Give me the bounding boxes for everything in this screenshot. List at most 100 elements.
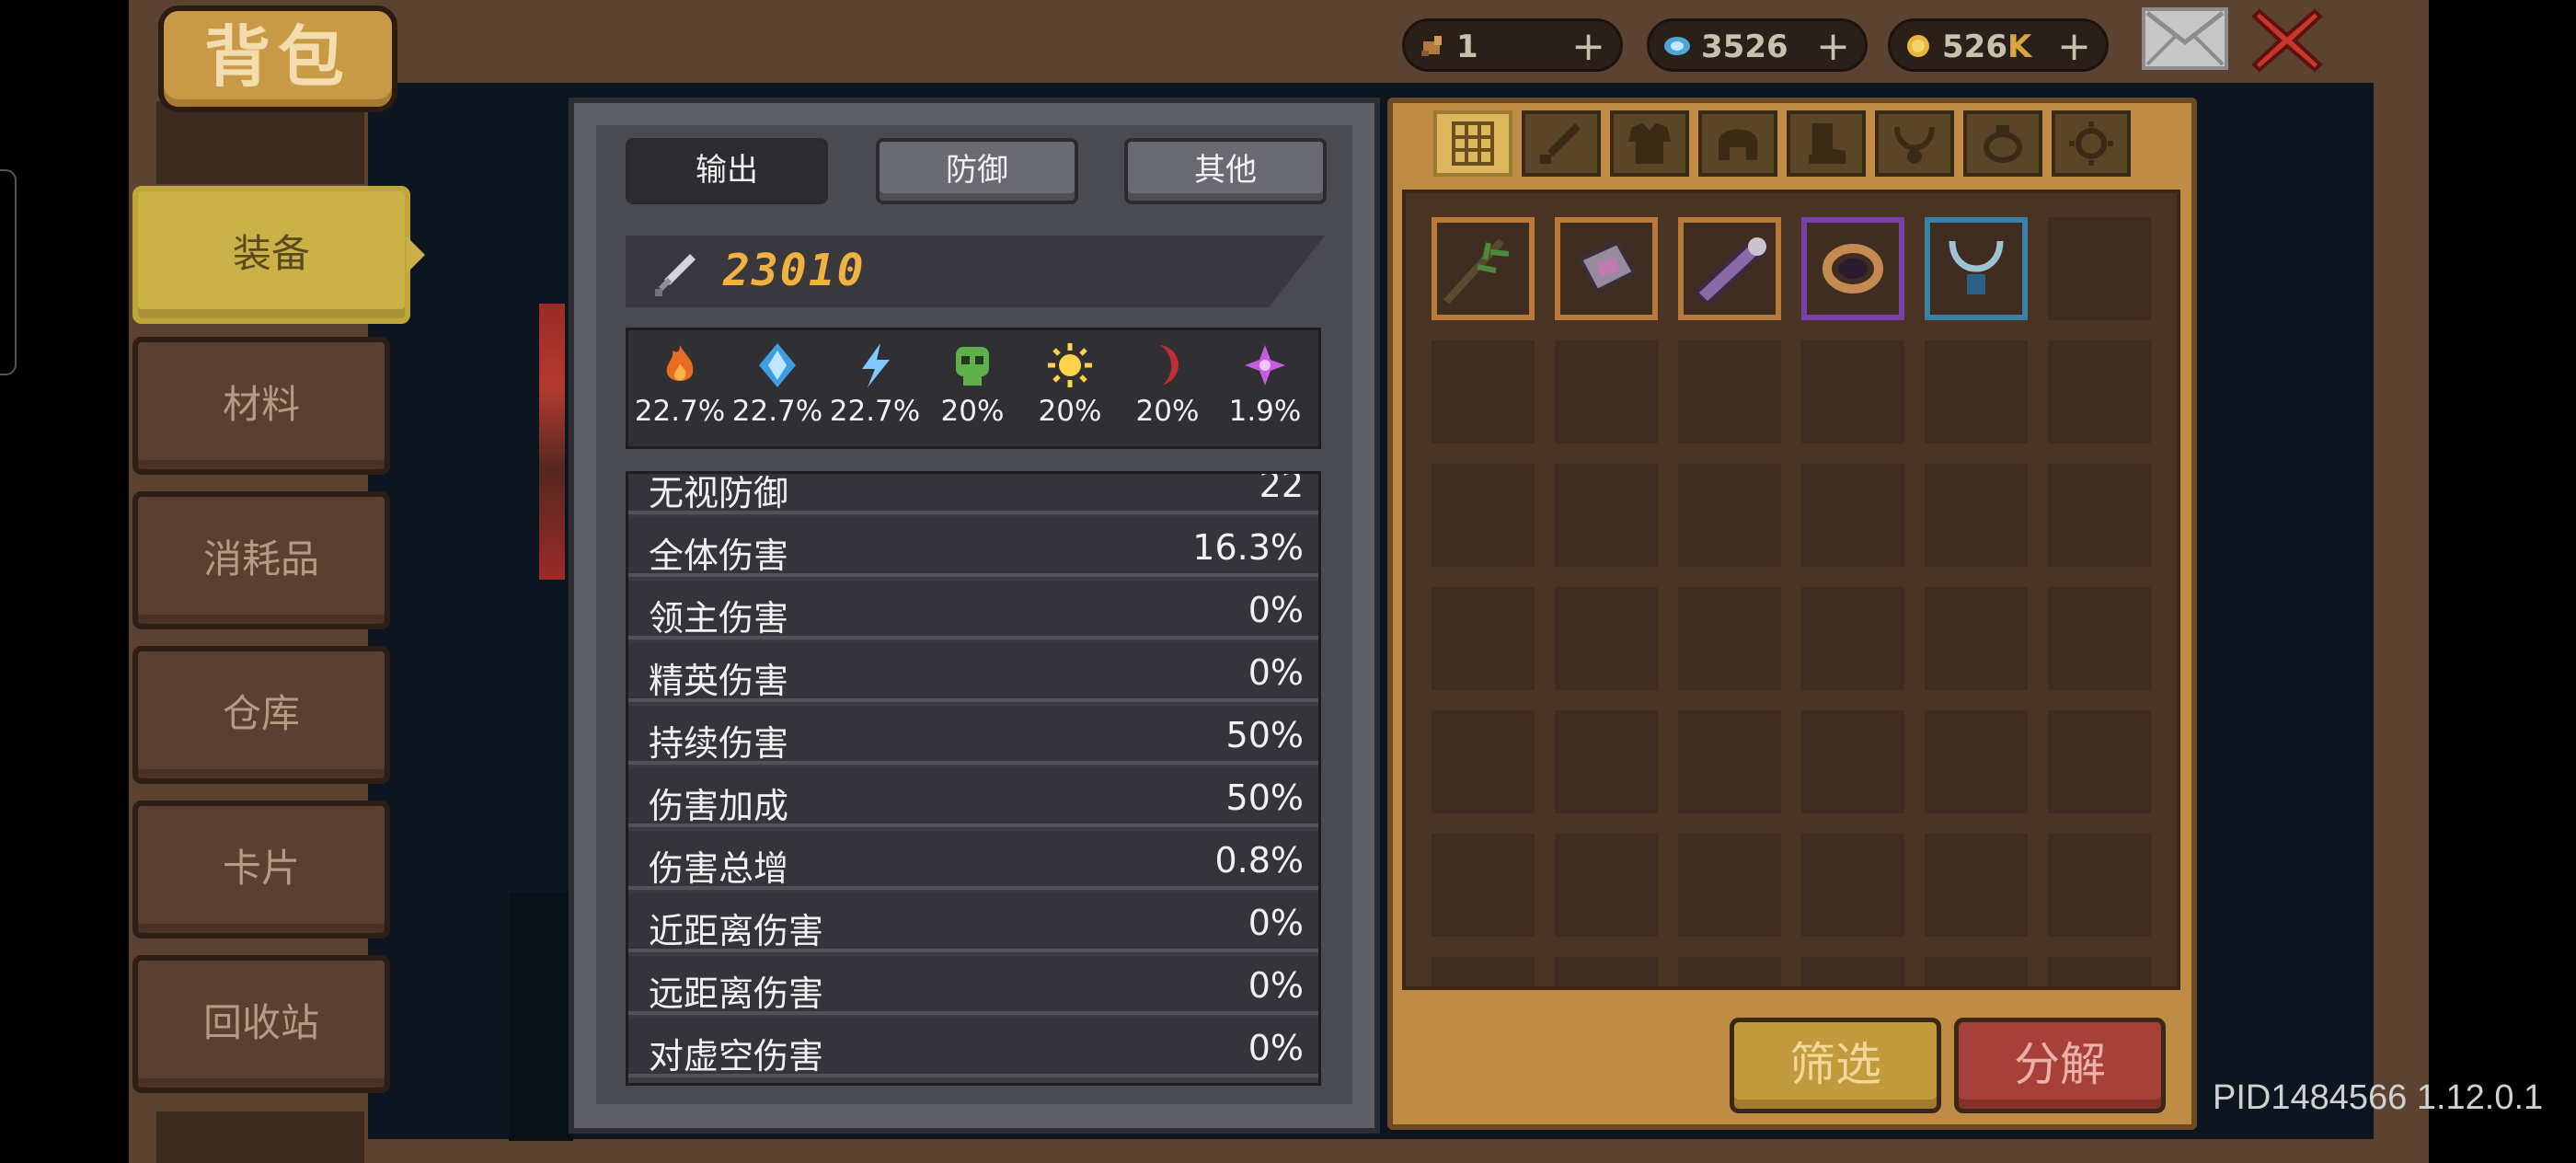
inventory-slot-empty[interactable] [2048,464,2151,567]
inventory-slot-branch[interactable] [1432,217,1535,320]
inventory-slot-empty[interactable] [1555,957,1658,986]
stat-row: 领主伤害 0% [628,581,1318,639]
sidebar-item-label: 材料 [222,382,300,427]
tab-other[interactable]: 其他 [1124,138,1327,204]
blue-amulet-icon [1949,240,2004,294]
close-button[interactable] [2250,4,2324,77]
inventory-slot-empty[interactable] [1801,957,1904,986]
arcane-star-icon [1245,345,1285,386]
inventory-slot-empty[interactable] [1925,340,2028,443]
inventory-slot-empty[interactable] [1555,340,1658,443]
inventory-slot-empty[interactable] [1555,587,1658,690]
add-gold-button[interactable]: + [2057,24,2091,70]
category-tab-necklace[interactable] [1875,110,1954,177]
bronze-ring-icon [1823,244,1883,294]
stat-value: 22 [1259,471,1304,505]
inventory-slot-empty[interactable] [1801,340,1904,443]
inventory-slot-empty[interactable] [1801,710,1904,813]
inventory-slot-amulet[interactable] [1925,217,2028,320]
stat-row: 远距离伤害 0% [628,956,1318,1015]
inventory-slot-empty[interactable] [1432,464,1535,567]
sidebar-item-cards[interactable]: 卡片 [132,800,390,938]
inventory-slot-empty[interactable] [2048,957,2151,986]
category-tab-ring[interactable] [1963,110,2042,177]
inventory-slot-ring[interactable] [1801,217,1904,320]
category-tab-helmet[interactable] [1698,110,1777,177]
stat-row: 持续伤害 50% [628,706,1318,765]
add-scroll-button[interactable]: + [1571,24,1605,70]
inventory-slot-empty[interactable] [2048,587,2151,690]
inventory-slot-empty[interactable] [1925,834,2028,937]
mail-button[interactable] [2142,7,2228,70]
decompose-button-label: 分解 [2014,1038,2106,1091]
stat-label: 无视防御 [649,473,789,513]
scroll-bracer-icon [1694,237,1766,306]
inventory-slot-empty[interactable] [1925,464,2028,567]
tab-defense[interactable]: 防御 [876,138,1078,204]
stat-value: 50% [1225,715,1304,755]
inventory-slot-empty[interactable] [1555,834,1658,937]
tab-output[interactable]: 输出 [626,138,828,204]
category-tab-weapon[interactable] [1522,110,1601,177]
inventory-grid[interactable] [1402,190,2180,990]
category-tab-armor[interactable] [1610,110,1689,177]
inventory-slot-empty[interactable] [1432,340,1535,443]
attack-power-value: 23010 [723,245,866,296]
inventory-slot-empty[interactable] [1801,587,1904,690]
inventory-slot-empty[interactable] [1925,710,2028,813]
inventory-slot-empty[interactable] [1678,340,1781,443]
decompose-button[interactable]: 分解 [1954,1018,2166,1113]
lightning-icon [862,343,890,387]
inventory-slot-scroll[interactable] [1678,217,1781,320]
inventory-slot-empty[interactable] [2048,710,2151,813]
stat-list[interactable]: 无视防御 22 全体伤害 16.3% 领主伤害 0% 精英伤害 0% 持续伤害 50% 伤… [626,471,1321,1086]
currency-gold: 526K + [1888,18,2109,72]
inventory-slot-empty[interactable] [1555,464,1658,567]
gold-coin-icon [1907,35,1929,57]
inventory-slot-empty[interactable] [1925,587,2028,690]
boots-icon [1809,123,1846,164]
inventory-slot-empty[interactable] [1678,957,1781,986]
inventory-slot-empty[interactable] [1432,587,1535,690]
sidebar-item-materials[interactable]: 材料 [132,337,390,475]
inventory-slot-empty[interactable] [1801,464,1904,567]
armor-chest-icon [1628,123,1671,164]
element-value: 22.7% [731,395,823,428]
sidebar-item-label: 卡片 [222,846,300,891]
sidebar-item-consumables[interactable]: 消耗品 [132,491,390,629]
add-gem-button[interactable]: + [1816,24,1850,70]
gem-icon [1664,37,1690,55]
stat-row: 全体伤害 16.3% [628,518,1318,577]
inventory-slot-empty[interactable] [1432,834,1535,937]
stat-row: 伤害总增 0.8% [628,831,1318,890]
rune-stone-icon [1578,240,1637,294]
sword-icon [655,254,696,296]
inventory-slot-rune[interactable] [1555,217,1658,320]
category-tab-boots[interactable] [1787,110,1866,177]
category-tab-misc[interactable] [2052,110,2131,177]
element-value: 22.7% [634,395,726,428]
inventory-slot-empty[interactable] [1555,710,1658,813]
stat-label: 伤害总增 [649,848,789,889]
inventory-slot-empty[interactable] [1678,710,1781,813]
inventory-slot-empty[interactable] [2048,834,2151,937]
inventory-slot-empty[interactable] [2048,340,2151,443]
sidebar-item-label: 回收站 [202,1000,319,1045]
inventory-slot-empty[interactable] [1432,710,1535,813]
sidebar-item-recycle[interactable]: 回收站 [132,955,390,1093]
inventory-slot-empty[interactable] [1432,957,1535,986]
sidebar-item-equipment[interactable]: 装备 [132,186,410,324]
stat-row: 近距离伤害 0% [628,893,1318,952]
category-tab-all[interactable] [1433,110,1512,177]
stat-row: 伤害加成 50% [628,768,1318,827]
filter-button[interactable]: 筛选 [1730,1018,1941,1113]
inventory-slot-empty[interactable] [1678,834,1781,937]
light-sun-icon [1048,343,1092,387]
inventory-slot-empty[interactable] [1678,464,1781,567]
inventory-slot-empty[interactable] [1925,957,2028,986]
sidebar-item-warehouse[interactable]: 仓库 [132,646,390,784]
inventory-slot-empty[interactable] [2048,217,2151,320]
stat-row: 精英伤害 0% [628,643,1318,702]
inventory-slot-empty[interactable] [1801,834,1904,937]
inventory-slot-empty[interactable] [1678,587,1781,690]
